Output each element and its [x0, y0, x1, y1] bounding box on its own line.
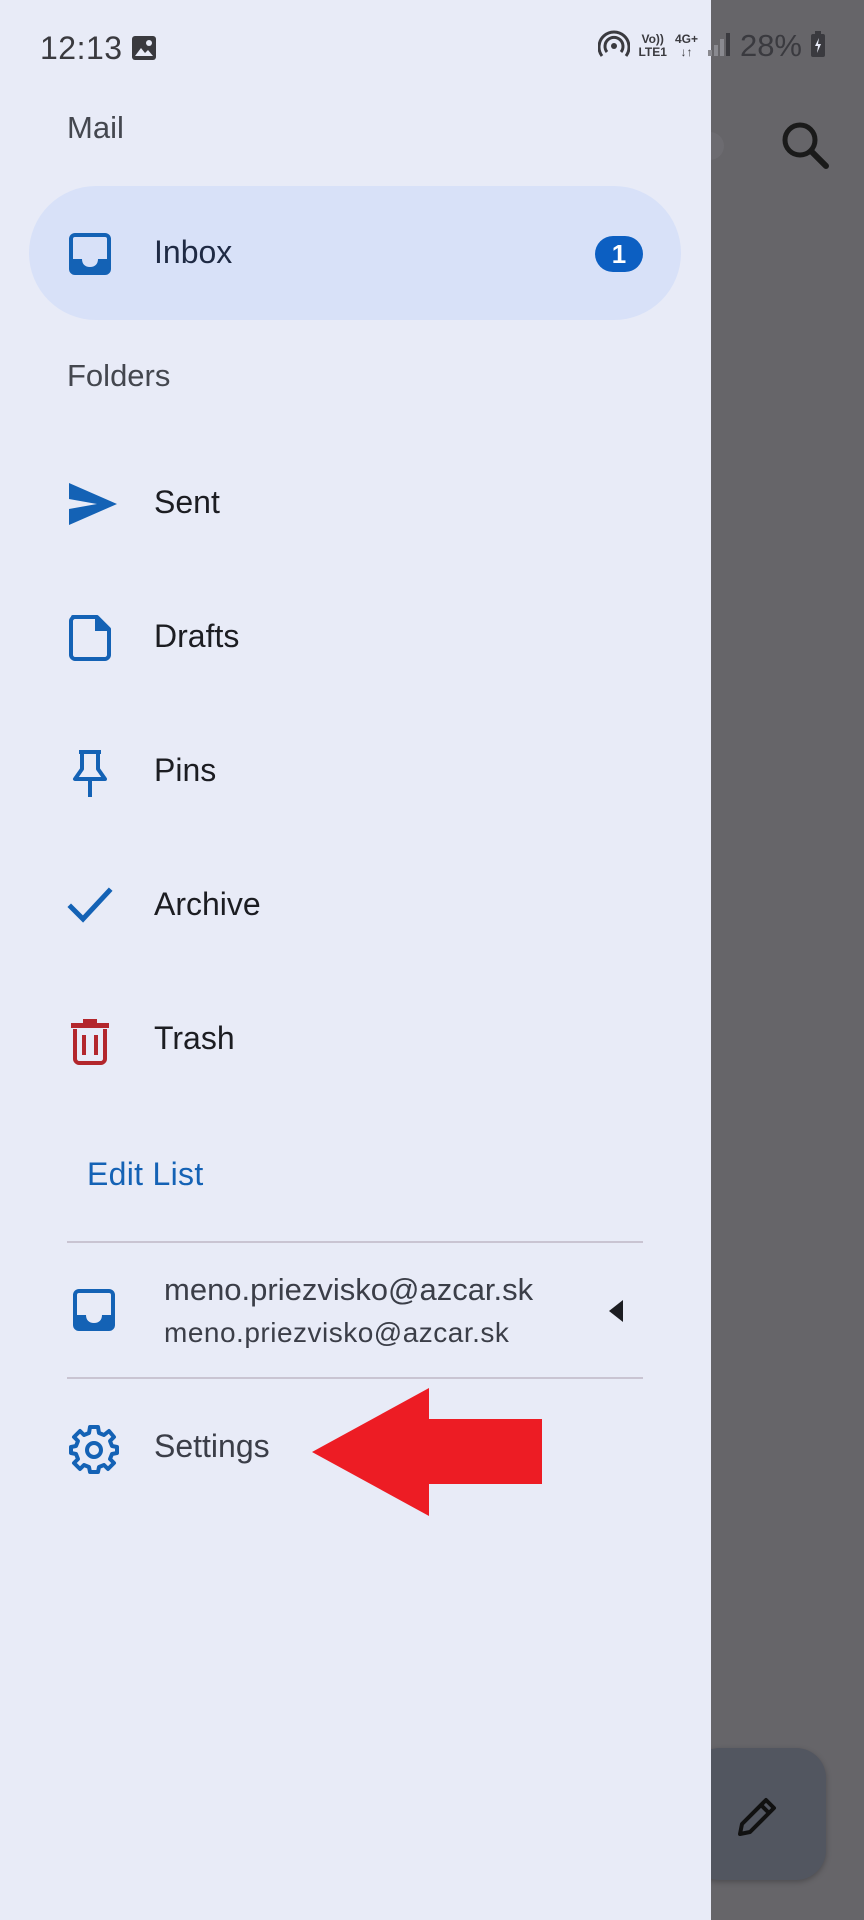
drawer-item-sent[interactable]: Sent [29, 436, 681, 570]
draft-icon [67, 615, 113, 661]
data-arrows-icon: ↓↑ [680, 45, 693, 59]
pin-icon [67, 749, 113, 797]
pencil-icon [738, 1798, 776, 1836]
status-icons: Vo)) LTE1 4G+ ↓↑ 28% [597, 28, 826, 64]
drawer-item-archive[interactable]: Archive [29, 838, 681, 972]
battery-percentage: 28% [739, 28, 802, 63]
gear-icon [69, 1424, 119, 1479]
drawer-item-trash[interactable]: Trash [29, 972, 681, 1106]
annotation-arrow [312, 1388, 544, 1521]
network-type-indicator: 4G+ ↓↑ [675, 33, 698, 59]
drawer-item-pins[interactable]: Pins [29, 704, 681, 838]
unread-count-badge: 1 [595, 236, 643, 272]
volte-indicator: Vo)) LTE1 [638, 33, 666, 59]
account-name: meno.priezvisko@azcar.sk [164, 1272, 534, 1307]
archive-label: Archive [154, 886, 261, 922]
trash-label: Trash [154, 1020, 235, 1056]
battery-icon [810, 30, 826, 63]
edit-list-button[interactable]: Edit List [87, 1156, 204, 1193]
mail-section-header: Mail [67, 110, 124, 145]
lte-label: LTE1 [638, 45, 667, 59]
network-type-label: 4G+ [674, 32, 698, 46]
clock: 12:13 [40, 30, 123, 66]
drawer-item-inbox[interactable]: Inbox 1 [29, 186, 681, 320]
navigation-drawer: Mail Inbox 1 Folders Sent Drafts Pins Ar… [0, 0, 711, 1920]
hotspot-icon [597, 30, 631, 63]
sent-label: Sent [154, 484, 220, 520]
divider [67, 1241, 643, 1243]
inbox-label: Inbox [154, 234, 233, 270]
settings-label: Settings [154, 1428, 270, 1464]
account-switcher[interactable]: meno.priezvisko@azcar.sk meno.priezvisko… [29, 1250, 681, 1370]
gallery-notification-icon [130, 34, 158, 67]
drafts-label: Drafts [154, 618, 240, 654]
drawer-item-drafts[interactable]: Drafts [29, 570, 681, 704]
status-bar: 12:13 Vo)) LTE1 4G+ ↓↑ 28% [0, 0, 864, 96]
folders-section-header: Folders [67, 358, 171, 393]
send-icon [67, 481, 117, 527]
divider [67, 1377, 643, 1379]
pins-label: Pins [154, 752, 217, 788]
expand-arrow-icon[interactable] [607, 1298, 625, 1329]
trash-icon [67, 1017, 113, 1065]
inbox-icon [71, 1287, 117, 1338]
check-icon [67, 883, 113, 929]
search-icon[interactable] [778, 118, 834, 174]
signal-icon [706, 30, 732, 63]
account-email: meno.priezvisko@azcar.sk [164, 1317, 510, 1348]
inbox-icon [67, 231, 113, 277]
volte-label: Vo)) [641, 32, 664, 46]
